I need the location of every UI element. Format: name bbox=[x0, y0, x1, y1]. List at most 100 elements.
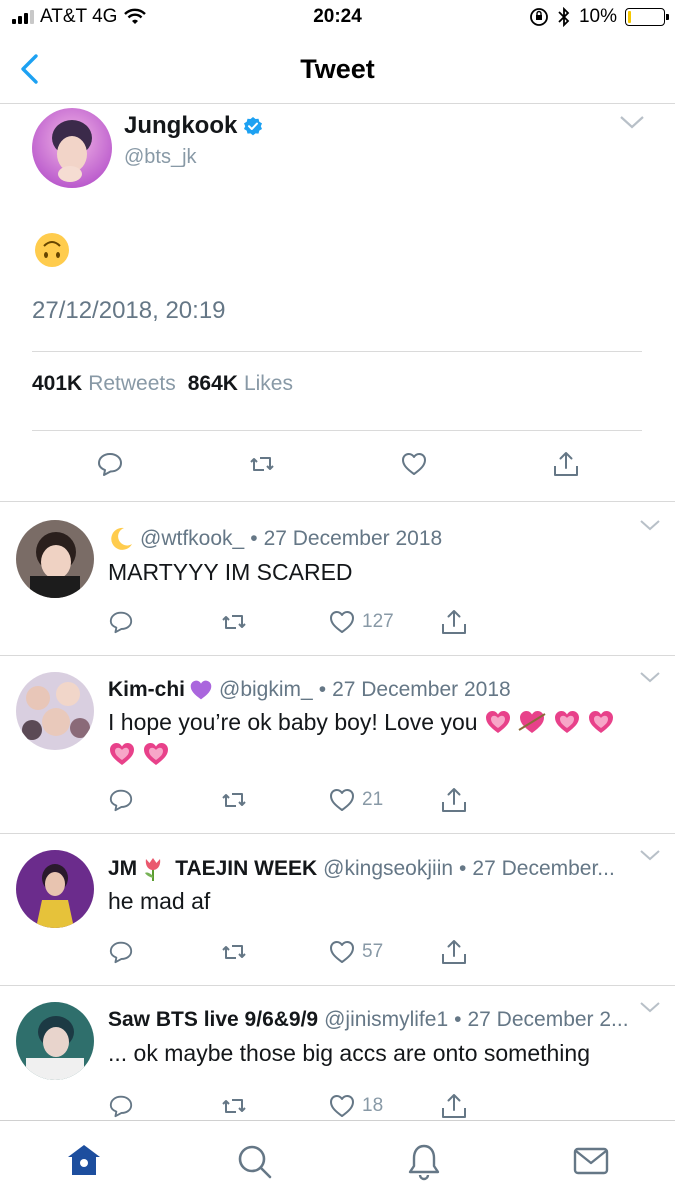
reply-author-name[interactable] bbox=[108, 526, 134, 552]
retweet-icon[interactable] bbox=[248, 450, 276, 478]
reply-text: ... ok maybe those big accs are onto som… bbox=[108, 1040, 590, 1066]
reply-header: @wtfkook_ • 27 December 2018 bbox=[108, 526, 632, 552]
likes-stat[interactable]: 864K Likes bbox=[188, 372, 293, 396]
messages-icon[interactable] bbox=[571, 1141, 611, 1181]
share-button[interactable] bbox=[440, 786, 468, 814]
avatar[interactable] bbox=[16, 1002, 94, 1080]
reply-actions: 57 bbox=[108, 938, 488, 966]
tweet-timestamp: 27/12/2018, 20:19 bbox=[32, 297, 226, 324]
upside-down-face-emoji bbox=[35, 233, 69, 267]
reply-tweet[interactable]: @wtfkook_ • 27 December 2018 MARTYYY IM … bbox=[0, 502, 675, 656]
like-count: 18 bbox=[362, 1095, 384, 1116]
like-button[interactable]: 57 bbox=[328, 938, 383, 966]
reply-button[interactable] bbox=[108, 786, 134, 814]
reply-handle[interactable]: @jinismylife1 bbox=[324, 1008, 448, 1032]
like-icon bbox=[330, 789, 354, 811]
reply-tweet[interactable]: Saw BTS live 9/6&9/9 @jinismylife1 • 27 … bbox=[0, 986, 675, 1120]
like-button[interactable]: 127 bbox=[328, 608, 394, 636]
reply-header: Kim-chi @bigkim_ • 27 December 2018 bbox=[108, 678, 632, 702]
chevron-down-icon[interactable] bbox=[619, 114, 645, 130]
retweets-label: Retweets bbox=[88, 372, 176, 395]
like-count: 57 bbox=[362, 941, 384, 962]
avatar[interactable] bbox=[32, 108, 112, 188]
chevron-down-icon[interactable] bbox=[639, 1000, 661, 1014]
separator-dot: • bbox=[459, 857, 467, 880]
reply-actions: 18 bbox=[108, 1092, 488, 1120]
reply-text-content: I hope you’re ok baby boy! Love you bbox=[108, 709, 478, 735]
reply-date: 27 December... bbox=[472, 857, 615, 880]
like-button[interactable]: 18 bbox=[328, 1092, 383, 1120]
retweet-icon bbox=[222, 945, 246, 959]
tweet-stats: 401K Retweets 864K Likes bbox=[32, 372, 293, 396]
reply-button[interactable] bbox=[108, 938, 134, 966]
search-icon[interactable] bbox=[234, 1141, 274, 1181]
navigation-bar: Tweet bbox=[0, 36, 675, 104]
purple-heart-emoji bbox=[190, 680, 212, 700]
chevron-down-icon[interactable] bbox=[639, 518, 661, 532]
growing-heart-emoji bbox=[144, 743, 169, 765]
main-tweet: Jungkook @bts_jk 27/12/2018, 20:19 401K R… bbox=[0, 104, 675, 502]
like-icon[interactable] bbox=[400, 450, 428, 478]
like-count: 127 bbox=[362, 611, 394, 632]
reply-author-name[interactable]: JM TAEJIN WEEK bbox=[108, 856, 317, 882]
share-button[interactable] bbox=[440, 608, 468, 636]
orientation-lock-icon bbox=[530, 8, 548, 26]
reply-date: 27 December 2018 bbox=[332, 678, 511, 701]
share-icon bbox=[442, 1094, 466, 1118]
like-button[interactable]: 21 bbox=[328, 786, 383, 814]
likes-count: 864K bbox=[187, 372, 238, 395]
reply-date: 27 December 2018 bbox=[263, 527, 443, 550]
like-count: 21 bbox=[362, 789, 384, 810]
page-title: Tweet bbox=[300, 54, 375, 84]
retweet-icon bbox=[222, 615, 246, 629]
share-icon bbox=[442, 940, 466, 964]
author-name[interactable]: Jungkook bbox=[124, 112, 263, 140]
reply-author-name[interactable]: Saw BTS live 9/6&9/9 bbox=[108, 1008, 318, 1032]
reply-author-name-text: Kim-chi bbox=[108, 678, 186, 701]
divider bbox=[32, 430, 642, 431]
reply-author-name-suffix: TAEJIN WEEK bbox=[175, 857, 318, 880]
share-icon bbox=[442, 788, 466, 812]
reply-tweet[interactable]: Kim-chi @bigkim_ • 27 December 2018 I ho… bbox=[0, 656, 675, 834]
reply-author-name-text: JM bbox=[108, 857, 138, 880]
reply-handle[interactable]: @kingseokjiin bbox=[323, 857, 453, 881]
share-icon[interactable] bbox=[552, 450, 580, 478]
likes-label: Likes bbox=[243, 372, 293, 395]
reply-actions: 127 bbox=[108, 608, 488, 636]
share-button[interactable] bbox=[440, 938, 468, 966]
reply-date: 27 December 2... bbox=[467, 1008, 629, 1031]
avatar[interactable] bbox=[16, 850, 94, 928]
retweet-button[interactable] bbox=[220, 1092, 248, 1120]
reply-icon bbox=[109, 611, 133, 634]
retweets-stat[interactable]: 401K Retweets bbox=[32, 372, 176, 396]
home-icon[interactable] bbox=[64, 1141, 104, 1181]
reply-icon[interactable] bbox=[96, 450, 124, 478]
heart-with-arrow-emoji bbox=[518, 711, 546, 733]
retweets-count: 401K bbox=[32, 372, 83, 395]
like-icon bbox=[330, 941, 354, 963]
chevron-down-icon[interactable] bbox=[639, 848, 661, 862]
avatar[interactable] bbox=[16, 520, 94, 598]
separator-dot: • bbox=[454, 1008, 462, 1031]
notifications-icon[interactable] bbox=[404, 1141, 444, 1181]
retweet-button[interactable] bbox=[220, 938, 248, 966]
reply-icon bbox=[109, 941, 133, 964]
status-bar: AT&T 4G 20:24 10% bbox=[0, 0, 675, 36]
reply-button[interactable] bbox=[108, 608, 134, 636]
reply-handle[interactable]: @bigkim_ bbox=[219, 678, 313, 702]
retweet-button[interactable] bbox=[220, 608, 248, 636]
bluetooth-icon bbox=[558, 7, 570, 27]
reply-tweet[interactable]: JM TAEJIN WEEK @kingseokjiin • 27 Decemb… bbox=[0, 834, 675, 986]
avatar[interactable] bbox=[16, 672, 94, 750]
reply-text: I hope you’re ok baby boy! Love you bbox=[108, 706, 648, 770]
retweet-button[interactable] bbox=[220, 786, 248, 814]
like-icon bbox=[330, 1095, 354, 1117]
reply-actions: 21 bbox=[108, 786, 488, 814]
reply-handle[interactable]: @wtfkook_ bbox=[140, 527, 244, 551]
author-handle[interactable]: @bts_jk bbox=[124, 146, 197, 169]
chevron-down-icon[interactable] bbox=[639, 670, 661, 684]
reply-button[interactable] bbox=[108, 1092, 134, 1120]
share-button[interactable] bbox=[440, 1092, 468, 1120]
growing-heart-emoji bbox=[485, 711, 510, 733]
reply-author-name[interactable]: Kim-chi bbox=[108, 678, 213, 702]
